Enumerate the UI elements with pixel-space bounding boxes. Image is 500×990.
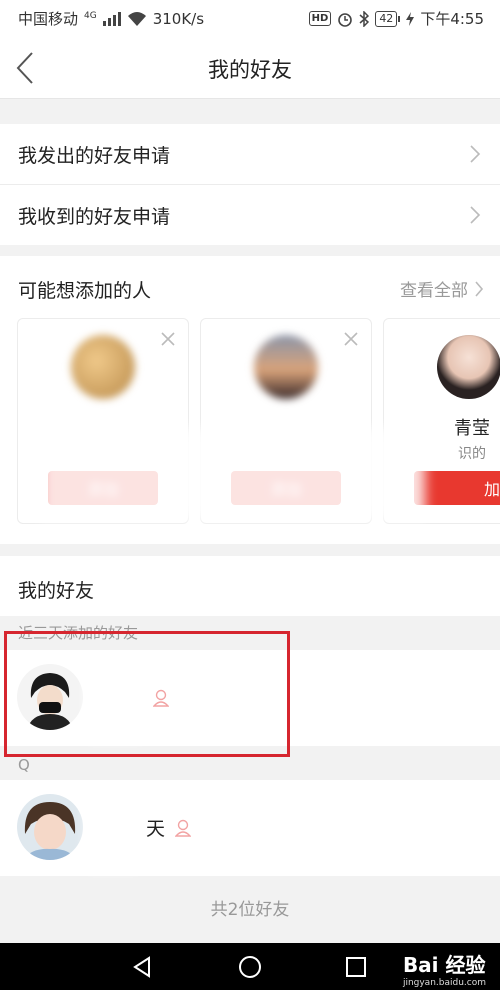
add-friend-button[interactable]: 加 xyxy=(414,471,500,505)
battery-level: 42 xyxy=(375,10,398,27)
charging-icon xyxy=(406,11,415,26)
avatar xyxy=(17,794,83,860)
group-label-q: Q xyxy=(18,756,30,774)
avatar xyxy=(254,335,318,399)
network-speed: 310K/s xyxy=(152,9,205,28)
user-icon xyxy=(175,819,191,837)
page-title: 我的好友 xyxy=(208,58,292,82)
bluetooth-icon xyxy=(359,10,370,27)
privacy-blur xyxy=(86,790,140,870)
friend-request-menu: 我发出的好友申请 我收到的好友申请 xyxy=(0,124,500,245)
dismiss-icon[interactable] xyxy=(343,331,359,347)
signal-icon xyxy=(102,11,121,26)
system-nav-bar: Bai 经验 jingyan.baidu.com xyxy=(0,943,500,990)
add-label: 加 xyxy=(483,480,500,499)
see-all-label: 查看全部 xyxy=(400,281,468,301)
wifi-icon xyxy=(127,11,146,26)
watermark-url: jingyan.baidu.com xyxy=(402,978,486,988)
clock: 下午4:55 xyxy=(420,10,484,28)
chevron-right-icon xyxy=(470,206,481,224)
nav-home-icon[interactable] xyxy=(238,955,262,979)
see-all-link[interactable]: 查看全部 xyxy=(400,276,484,301)
friends-header: 我的好友 xyxy=(0,556,500,616)
carrier-label: 中国移动 xyxy=(18,10,79,28)
suggestions-title: 可能想添加的人 xyxy=(18,280,152,302)
received-requests-row[interactable]: 我收到的好友申请 xyxy=(0,184,500,245)
nav-recents-icon[interactable] xyxy=(344,955,368,979)
avatar xyxy=(437,335,500,399)
friends-title: 我的好友 xyxy=(18,580,95,602)
nav-back-icon[interactable] xyxy=(130,955,154,979)
sent-requests-row[interactable]: 我发出的好友申请 xyxy=(0,124,500,184)
header-bar: 我的好友 xyxy=(0,34,500,99)
sent-requests-label: 我发出的好友申请 xyxy=(18,144,171,167)
suggestion-reason: 识的 xyxy=(458,446,486,462)
chevron-right-icon xyxy=(475,280,484,297)
highlight-box xyxy=(4,631,290,757)
suggestion-name: 青莹 xyxy=(454,418,490,439)
suggestions-section: 可能想添加的人 查看全部 添加 添加 青莹 识的 加 xyxy=(0,256,500,544)
friend-name: 天 xyxy=(146,818,166,840)
suggestion-carousel[interactable]: 添加 添加 青莹 识的 加 xyxy=(0,318,500,538)
battery-icon: 42 xyxy=(375,10,401,27)
network-type: 4G xyxy=(84,10,97,21)
hd-badge: HD xyxy=(308,11,332,26)
watermark-brand: Bai 经验 xyxy=(402,953,486,977)
friend-row[interactable]: 天 xyxy=(0,780,500,876)
avatar xyxy=(71,335,135,399)
dismiss-icon[interactable] xyxy=(160,331,176,347)
privacy-blur xyxy=(40,428,425,520)
chevron-right-icon xyxy=(470,145,481,163)
status-bar: 中国移动 4G 310K/s HD 42 下午4:55 xyxy=(0,0,500,34)
alarm-icon xyxy=(338,12,353,27)
baidu-watermark: Bai 经验 jingyan.baidu.com xyxy=(403,949,486,988)
friend-count: 共2位好友 xyxy=(210,900,290,920)
received-requests-label: 我收到的好友申请 xyxy=(18,205,171,228)
